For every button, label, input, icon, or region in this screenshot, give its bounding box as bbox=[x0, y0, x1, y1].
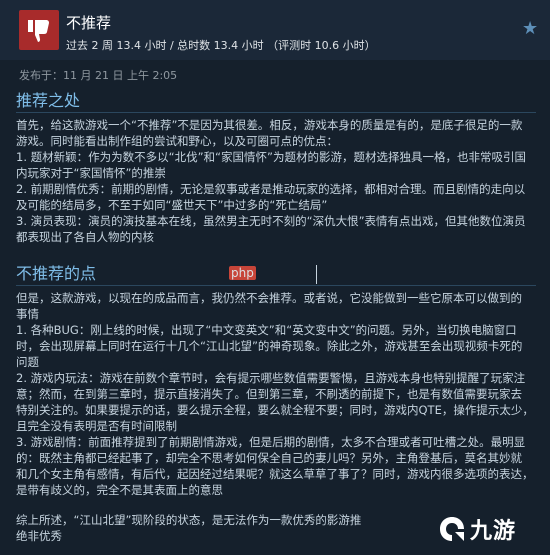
php-watermark: php bbox=[229, 266, 256, 280]
review-line: 事情 bbox=[16, 307, 39, 321]
review-line: 但是，这款游戏，以现在的成品而言，我仍然不会推荐。或者说，它没能做到一些它原本可… bbox=[16, 291, 522, 305]
pros-heading: 推荐之处 bbox=[16, 90, 536, 113]
jiuyou-text: 九游 bbox=[470, 519, 517, 544]
review-line: 且完全没有表明是否有时间限制 bbox=[16, 419, 177, 433]
review-body: 推荐之处 首先，给这款游戏一个“不推荐”不是因为其很差。相反，游戏本身的质量是有… bbox=[16, 90, 536, 544]
posted-date: 发布于：11 月 21 日 上午 2:05 bbox=[19, 69, 178, 82]
cons-heading: 不推荐的点 bbox=[16, 263, 536, 286]
review-line: 和几个女主角有感情，有后代，起因经过结果呢？就这么草草了事了？同时，游戏内很多选… bbox=[16, 467, 534, 481]
cons-text: 但是，这款游戏，以现在的成品而言，我仍然不会推荐。或者说，它没能做到一些它原本可… bbox=[16, 290, 536, 498]
review-line: 及可能的结局多，不至于如同“盛世天下”中过多的“死亡结局” bbox=[16, 198, 328, 212]
review-line: 问题 bbox=[16, 355, 39, 369]
review-line: 1. 各种BUG：刚上线的时候，出现了“中文变英文”和“英文变中文”的问题。另外… bbox=[16, 323, 517, 337]
playtime-info: 过去 2 周 13.4 小时 / 总时数 13.4 小时 （评测时 10.6 小… bbox=[66, 39, 376, 52]
star-icon[interactable]: ★ bbox=[522, 20, 540, 38]
jiuyou-logo-icon bbox=[440, 517, 464, 541]
review-line: 的：既然主角都已经起事了，却完全不思考如何保全自己的妻儿吗？另外，主角登基后，莫… bbox=[16, 451, 522, 465]
review-line: 意；然而，在到第三章时，提示直接消失了。但到第三章，不刷透的前提下，也是有数值需… bbox=[16, 387, 522, 401]
review-line: 是带有歧义的，完全不是其表面上的意思 bbox=[16, 483, 223, 497]
review-line: 游戏。同时能看出制作组的尝试和野心，以及可圈可点的优点： bbox=[16, 134, 338, 148]
review-line: 2. 前期剧情优秀：前期的剧情，无论是叙事或者是推动玩家的选择，都相对合理。而且… bbox=[16, 182, 526, 196]
text-cursor bbox=[316, 265, 317, 284]
review-line: 1. 题材新颖：作为为数不多以“北伐”和“家国情怀”为题材的影游，题材选择独具一… bbox=[16, 150, 526, 164]
review-line: 时，会出现屏幕上同时在运行十几个“江山北望”的神奇现象。除此之外，游戏甚至会出现… bbox=[16, 339, 523, 353]
pros-text: 首先，给这款游戏一个“不推荐”不是因为其很差。相反，游戏本身的质量是有的，是底子… bbox=[16, 117, 536, 245]
review-line: 特别关注的。如果要提示的话，要么提示全程，要么就全程不要；同时，游戏内QTE，操… bbox=[16, 403, 534, 417]
review-line: 内玩家对于“家国情怀”的推崇 bbox=[16, 166, 166, 180]
review-line: 2. 游戏内玩法：游戏在前数个章节时，会有提示哪些数值需要警惕，且游戏本身也特别… bbox=[16, 371, 526, 385]
jiuyou-watermark: 九游 bbox=[437, 512, 516, 546]
thumbs-down-icon bbox=[19, 10, 59, 50]
review-line: 都表现出了各自人物的内核 bbox=[16, 230, 154, 244]
review-verdict: 不推荐 bbox=[66, 14, 112, 32]
review-line: 3. 演员表现：演员的演技基本在线，虽然男主无时不刻的“深仇大恨”表情有点出戏，… bbox=[16, 214, 526, 228]
review-header: 不推荐 过去 2 周 13.4 小时 / 总时数 13.4 小时 （评测时 10… bbox=[0, 0, 550, 60]
review-line: 3. 游戏剧情：前面推荐提到了前期剧情游戏，但是后期的剧情，太多不合理或者可吐槽… bbox=[16, 435, 526, 449]
review-line: 首先，给这款游戏一个“不推荐”不是因为其很差。相反，游戏本身的质量是有的，是底子… bbox=[16, 118, 523, 132]
